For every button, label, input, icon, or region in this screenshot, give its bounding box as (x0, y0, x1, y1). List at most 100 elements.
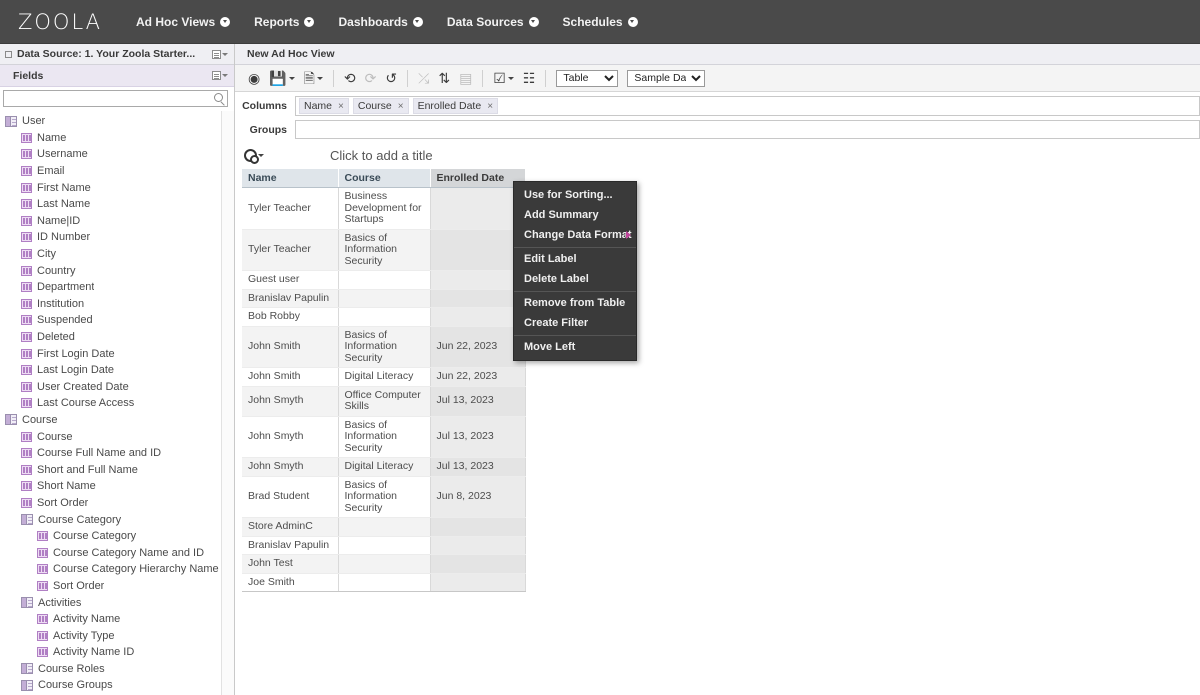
table-row[interactable]: Branislav Papulin (242, 536, 526, 555)
tree-field[interactable]: Department (0, 279, 221, 296)
table-row[interactable]: Tyler Teacher Basics of Information Secur… (242, 229, 526, 271)
table-row[interactable]: Guest user (242, 270, 526, 290)
nav-item-data-sources[interactable]: Data Sources (447, 15, 539, 29)
tree-field[interactable]: ID Number (0, 229, 221, 246)
fields-menu-icon[interactable] (212, 71, 228, 80)
groups-dropzone[interactable] (295, 120, 1200, 139)
menu-item-delete-label[interactable]: Delete Label (514, 269, 636, 289)
data-mode-select[interactable]: Sample DataFull DataNo Data (627, 69, 706, 87)
sort-icon[interactable]: ⇅ (438, 68, 450, 88)
table-header-name[interactable]: Name (242, 169, 339, 188)
menu-item-add-summary[interactable]: Add Summary (514, 205, 636, 225)
tree-field[interactable]: Activity Type (0, 627, 221, 644)
menu-item-create-filter[interactable]: Create Filter (514, 313, 636, 333)
tree-field[interactable]: Suspended (0, 312, 221, 329)
tree-field[interactable]: Course Full Name and ID (0, 445, 221, 462)
report-options-button[interactable] (243, 148, 264, 164)
column-context-menu[interactable]: Use for Sorting... Add Summary Change Data… (513, 181, 637, 361)
tree-field[interactable]: Short and Full Name (0, 461, 221, 478)
remove-column-icon[interactable]: × (487, 101, 493, 112)
search-box[interactable] (3, 90, 228, 107)
tree-field[interactable]: Activity Name ID (0, 644, 221, 661)
report-table[interactable]: Name Course Enrolled Date Tyler Teacher Bus… (242, 169, 526, 592)
data-source-panel-header[interactable]: Data Source: 1. Your Zoola Starter... (0, 44, 234, 65)
search-input[interactable] (4, 91, 227, 106)
preview-eye-icon[interactable]: ◉ (248, 68, 260, 88)
tree-field[interactable]: Email (0, 163, 221, 180)
tree-field[interactable]: Short Name (0, 478, 221, 495)
column-chip[interactable]: Course × (352, 98, 409, 114)
tree-field[interactable]: Course Category (0, 528, 221, 545)
view-type-select[interactable]: TableChartCrosstab (556, 69, 619, 87)
undo-icon[interactable]: ⟲ (344, 68, 356, 88)
column-chip[interactable]: Name × (299, 98, 349, 114)
table-row[interactable]: John Smyth Office Computer Skills Jul 13, … (242, 386, 526, 417)
collapse-icon[interactable] (5, 50, 12, 58)
tree-field[interactable]: Institution (0, 296, 221, 313)
tree-field[interactable]: Name|ID (0, 213, 221, 230)
menu-item-change-data-format[interactable]: Change Data Format (514, 225, 636, 245)
tree-field[interactable]: Course Category Name and ID (0, 544, 221, 561)
table-row[interactable]: John Test (242, 554, 526, 574)
tree-group[interactable]: Course (0, 412, 221, 429)
table-row[interactable]: Tyler Teacher Business Development for St… (242, 187, 526, 230)
undo-all-icon[interactable]: ↺ (385, 68, 397, 88)
menu-item-label: Edit Label (524, 253, 577, 265)
tree-group[interactable]: User (0, 113, 221, 130)
tree-field[interactable]: Country (0, 262, 221, 279)
tree-field[interactable]: Username (0, 146, 221, 163)
nav-item-schedules[interactable]: Schedules (563, 15, 638, 29)
tree-field[interactable]: Sort Order (0, 495, 221, 512)
table-row[interactable]: Store AdminC (242, 517, 526, 537)
folder-icon (5, 115, 17, 127)
tree-field[interactable]: Last Course Access (0, 395, 221, 412)
remove-column-icon[interactable]: × (338, 101, 344, 112)
menu-item-move-left[interactable]: Move Left (514, 335, 636, 357)
input-controls-icon[interactable]: ☷ (523, 68, 536, 88)
data-source-menu-icon[interactable] (212, 49, 228, 59)
table-row[interactable]: John Smith Digital Literacy Jun 22, 2023 (242, 367, 526, 387)
table-row[interactable]: Joe Smith (242, 573, 526, 592)
table-header-course[interactable]: Course (338, 169, 431, 188)
export-icon[interactable]: 🗎 (304, 68, 323, 88)
tree-field[interactable]: User Created Date (0, 379, 221, 396)
menu-item-use-for-sorting[interactable]: Use for Sorting... (514, 185, 636, 205)
nav-item-reports[interactable]: Reports (254, 15, 315, 29)
columns-dropzone[interactable]: Name × Course × Enrolled Date × (295, 96, 1200, 116)
nav-item-ad-hoc-views[interactable]: Ad Hoc Views (136, 15, 231, 29)
tree-group[interactable]: Course Groups (0, 677, 221, 694)
menu-item-edit-label[interactable]: Edit Label (514, 247, 636, 269)
table-header-enrolled-date[interactable]: Enrolled Date (430, 169, 526, 188)
table-row[interactable]: Branislav Papulin (242, 289, 526, 308)
nav-item-dashboards[interactable]: Dashboards (338, 15, 423, 29)
table-row[interactable]: Brad Student Basics of Information Securi… (242, 476, 526, 518)
tree-field[interactable]: First Login Date (0, 345, 221, 362)
tree-group[interactable]: Activities (0, 594, 221, 611)
tree-field[interactable]: Name (0, 130, 221, 147)
tree-field[interactable]: Course (0, 428, 221, 445)
tree-field[interactable]: City (0, 246, 221, 263)
fields-tree[interactable]: User Name Username Email First Name Last Name… (0, 111, 221, 695)
table-row[interactable]: John Smyth Basics of Information Security… (242, 416, 526, 458)
remove-column-icon[interactable]: × (398, 101, 404, 112)
table-row[interactable]: John Smyth Digital Literacy Jul 13, 2023 (242, 457, 526, 477)
tree-field[interactable]: Last Name (0, 196, 221, 213)
tree-field[interactable]: Last Login Date (0, 362, 221, 379)
table-row[interactable]: Bob Robby (242, 307, 526, 327)
zoola-logo[interactable]: ZOOLA (18, 10, 102, 34)
tree-field[interactable]: Deleted (0, 329, 221, 346)
tree-field[interactable]: Activity Name (0, 611, 221, 628)
tree-group[interactable]: Course Category (0, 511, 221, 528)
display-options-icon[interactable]: ☑ (493, 68, 514, 88)
tree-group[interactable]: Course Roles (0, 661, 221, 678)
tree-field[interactable]: First Name (0, 179, 221, 196)
tree-item-label: Username (37, 148, 88, 161)
tree-field[interactable]: Course Category Hierarchy Name (0, 561, 221, 578)
menu-item-remove-from-table[interactable]: Remove from Table (514, 291, 636, 313)
report-title[interactable]: Click to add a title (330, 148, 433, 163)
tree-field[interactable]: Sort Order (0, 578, 221, 595)
sidebar-scrollbar[interactable] (221, 111, 234, 695)
save-icon[interactable]: 💾 (269, 68, 295, 88)
table-row[interactable]: John Smith Basics of Information Security… (242, 326, 526, 368)
column-chip[interactable]: Enrolled Date × (412, 98, 499, 114)
